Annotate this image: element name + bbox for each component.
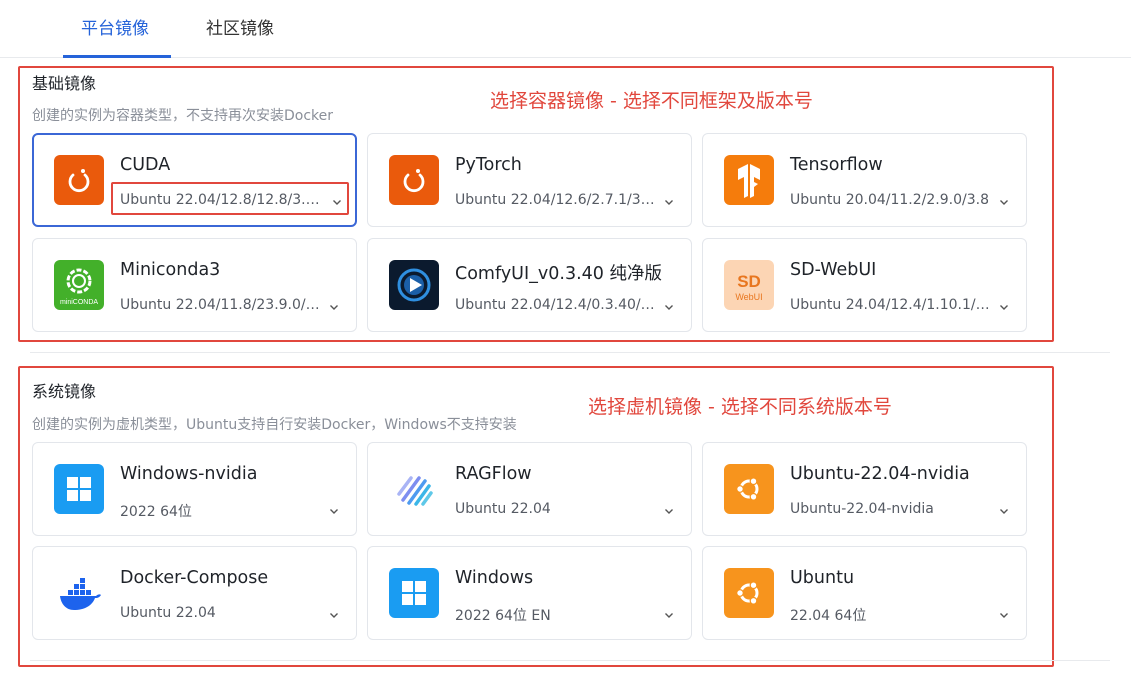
image-card-tensorflow[interactable]: Tensorflow Ubuntu 20.04/11.2/2.9.0/3.8 bbox=[702, 133, 1027, 227]
chevron-down-icon[interactable] bbox=[998, 301, 1010, 313]
svg-text:miniCONDA: miniCONDA bbox=[60, 299, 98, 306]
image-name: Windows-nvidia bbox=[120, 464, 258, 484]
chevron-down-icon[interactable] bbox=[663, 609, 675, 621]
image-name: Docker-Compose bbox=[120, 568, 269, 588]
docker-icon bbox=[54, 568, 104, 618]
image-name: Ubuntu-22.04-nvidia bbox=[790, 464, 970, 484]
image-version[interactable]: Ubuntu 22.04/12.4/0.3.40/3.10 bbox=[455, 297, 655, 313]
ragflow-icon bbox=[389, 464, 439, 514]
comfyui-icon bbox=[389, 260, 439, 310]
annotation-note: 选择虚机镜像 - 选择不同系统版本号 bbox=[588, 396, 892, 418]
image-name: Miniconda3 bbox=[120, 260, 221, 280]
image-name: RAGFlow bbox=[455, 464, 532, 484]
image-card-docker-compose[interactable]: Docker-Compose Ubuntu 22.04 bbox=[32, 546, 357, 640]
image-name: Windows bbox=[455, 568, 534, 588]
section-title: 基础镜像 bbox=[32, 74, 97, 93]
tab-community-images[interactable]: 社区镜像 bbox=[206, 14, 274, 39]
image-card-comfyui[interactable]: ComfyUI_v0.3.40 纯净版 Ubuntu 22.04/12.4/0.… bbox=[367, 238, 692, 332]
section-divider bbox=[30, 352, 1110, 353]
chevron-down-icon[interactable] bbox=[663, 196, 675, 208]
tab-platform-images[interactable]: 平台镜像 bbox=[81, 14, 149, 39]
chevron-down-icon[interactable] bbox=[998, 196, 1010, 208]
image-version[interactable]: Ubuntu-22.04-nvidia bbox=[790, 501, 990, 517]
section-description: 创建的实例为虚机类型，Ubuntu支持自行安装Docker，Windows不支持… bbox=[32, 417, 517, 433]
image-version[interactable]: Ubuntu 24.04/12.4/1.10.1/3.10 bbox=[790, 297, 990, 313]
miniconda-icon: miniCONDA bbox=[54, 260, 104, 310]
chevron-down-icon[interactable] bbox=[998, 609, 1010, 621]
image-selector-page: 平台镜像 社区镜像 基础镜像 创建的实例为容器类型，不支持再次安装Docker … bbox=[0, 0, 1131, 690]
image-version[interactable]: 2022 64位 EN bbox=[455, 605, 655, 625]
annotation-note: 选择容器镜像 - 选择不同框架及版本号 bbox=[490, 90, 813, 112]
image-card-pytorch[interactable]: PyTorch Ubuntu 22.04/12.6/2.7.1/3.12 bbox=[367, 133, 692, 227]
image-tabs: 平台镜像 社区镜像 bbox=[0, 0, 1131, 58]
windows-icon bbox=[54, 464, 104, 514]
image-name: CUDA bbox=[120, 155, 171, 175]
image-version[interactable]: Ubuntu 22.04 bbox=[455, 501, 655, 517]
image-card-ubuntu-22-04-nvidia[interactable]: Ubuntu-22.04-nvidia Ubuntu-22.04-nvidia bbox=[702, 442, 1027, 536]
image-version[interactable]: Ubuntu 22.04/12.6/2.7.1/3.12 bbox=[455, 192, 655, 208]
section-divider bbox=[30, 660, 1110, 661]
pytorch-icon bbox=[389, 155, 439, 205]
chevron-down-icon[interactable] bbox=[663, 301, 675, 313]
image-card-sd-webui[interactable]: SD WebUI SD-WebUI Ubuntu 24.04/12.4/1.10… bbox=[702, 238, 1027, 332]
ubuntu-icon bbox=[724, 464, 774, 514]
version-highlight-box bbox=[111, 182, 349, 215]
image-card-cuda[interactable]: CUDA Ubuntu 22.04/12.8/12.8/3.12 bbox=[32, 133, 357, 227]
image-version[interactable]: Ubuntu 20.04/11.2/2.9.0/3.8 bbox=[790, 192, 990, 208]
svg-text:SD: SD bbox=[737, 272, 761, 291]
svg-text:WebUI: WebUI bbox=[735, 292, 762, 302]
image-version[interactable]: 22.04 64位 bbox=[790, 605, 990, 625]
image-name: Ubuntu bbox=[790, 568, 855, 588]
image-card-ragflow[interactable]: RAGFlow Ubuntu 22.04 bbox=[367, 442, 692, 536]
image-card-windows-nvidia[interactable]: Windows-nvidia 2022 64位 bbox=[32, 442, 357, 536]
chevron-down-icon[interactable] bbox=[663, 505, 675, 517]
image-name: SD-WebUI bbox=[790, 260, 877, 280]
section-description: 创建的实例为容器类型，不支持再次安装Docker bbox=[32, 108, 334, 124]
image-card-windows[interactable]: Windows 2022 64位 EN bbox=[367, 546, 692, 640]
tensorflow-icon bbox=[724, 155, 774, 205]
image-card-ubuntu[interactable]: Ubuntu 22.04 64位 bbox=[702, 546, 1027, 640]
ubuntu-icon bbox=[724, 568, 774, 618]
active-tab-indicator bbox=[63, 55, 171, 58]
image-version[interactable]: Ubuntu 22.04 bbox=[120, 605, 320, 621]
image-version[interactable]: 2022 64位 bbox=[120, 501, 320, 521]
image-version[interactable]: Ubuntu 22.04/11.8/23.9.0/3.11 bbox=[120, 297, 320, 313]
image-card-miniconda3[interactable]: miniCONDA Miniconda3 Ubuntu 22.04/11.8/2… bbox=[32, 238, 357, 332]
image-name: Tensorflow bbox=[790, 155, 883, 175]
chevron-down-icon[interactable] bbox=[998, 505, 1010, 517]
chevron-down-icon[interactable] bbox=[328, 301, 340, 313]
chevron-down-icon[interactable] bbox=[331, 196, 343, 208]
section-title: 系统镜像 bbox=[32, 382, 97, 401]
image-name: ComfyUI_v0.3.40 纯净版 bbox=[455, 264, 662, 284]
cuda-icon bbox=[54, 155, 104, 205]
chevron-down-icon[interactable] bbox=[328, 505, 340, 517]
windows-icon bbox=[389, 568, 439, 618]
image-name: PyTorch bbox=[455, 155, 522, 175]
chevron-down-icon[interactable] bbox=[328, 609, 340, 621]
sd-webui-icon: SD WebUI bbox=[724, 260, 774, 310]
